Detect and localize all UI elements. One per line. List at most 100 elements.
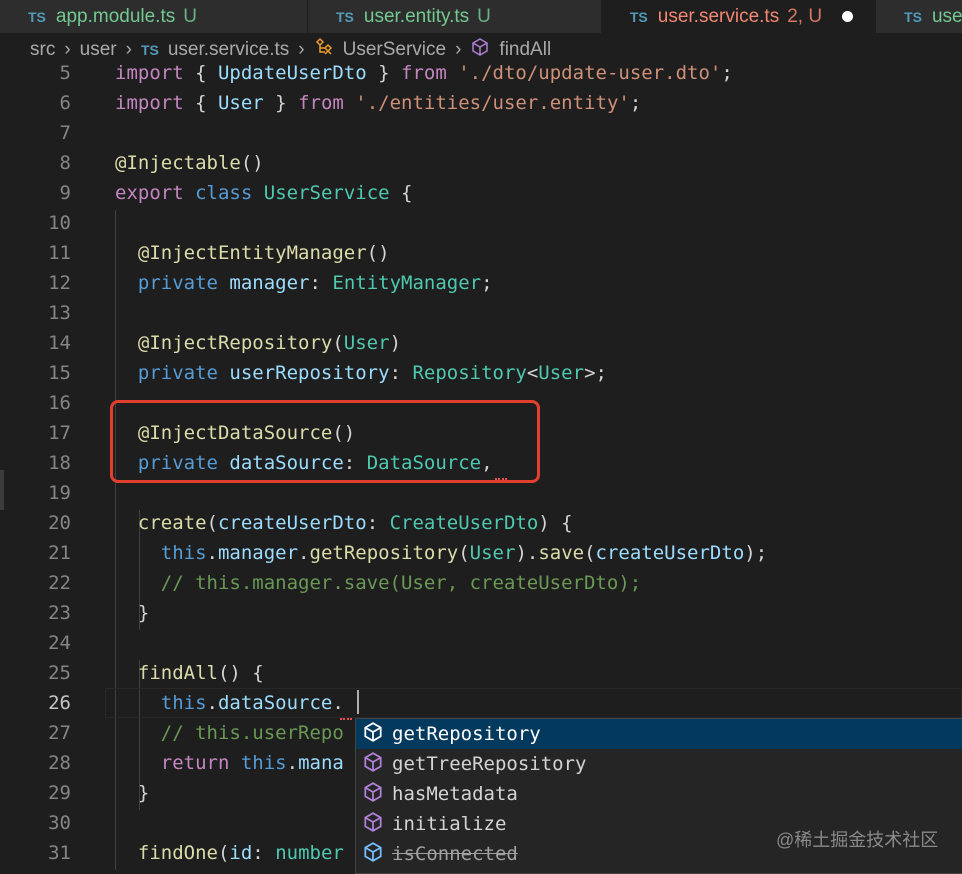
code-text: @Injectable() — [115, 148, 264, 178]
line-number: 29 — [48, 782, 71, 804]
code-line[interactable]: 9 export class UserService { — [0, 178, 962, 208]
code-text: } — [115, 778, 149, 808]
code-token: manager — [229, 272, 310, 294]
code-token: @InjectEntityManager — [115, 242, 367, 264]
line-number: 6 — [59, 92, 71, 114]
code-token: './dto/update-user.dto' — [458, 62, 722, 84]
typescript-file-icon: TS — [140, 42, 159, 58]
code-token: : — [389, 362, 413, 384]
code-token: : — [252, 842, 276, 864]
code-token: . — [332, 692, 344, 714]
code-line[interactable]: 21 this.manager.getRepository(User).save… — [0, 538, 962, 568]
tab-user-service-ts[interactable]: TS user.service.ts 2, U — [601, 0, 877, 33]
code-line[interactable]: 20 create(createUserDto: CreateUserDto) … — [0, 508, 962, 538]
code-line[interactable]: 15 private userRepository: Repository<Us… — [0, 358, 962, 388]
code-line[interactable]: 10 — [0, 208, 962, 238]
code-token: () — [240, 152, 264, 174]
code-token: } — [115, 602, 150, 624]
code-token: : — [366, 512, 390, 534]
error-squiggle — [495, 476, 507, 480]
watermark: @稀土掘金技术社区 — [776, 830, 939, 850]
typescript-file-icon: TS — [629, 8, 648, 25]
code-token: () { — [217, 662, 264, 684]
code-text: findOne(id: number — [115, 838, 344, 868]
line-number: 22 — [48, 572, 71, 594]
code-line[interactable]: 6 import { User } from './entities/user.e… — [0, 88, 962, 118]
code-line[interactable]: 14 @InjectRepository(User) — [0, 328, 962, 358]
code-token: . — [286, 752, 299, 774]
line-number: 13 — [48, 302, 71, 324]
tab-user-mo[interactable]: TS user.mo — [876, 0, 962, 33]
code-token: Repository — [412, 362, 527, 384]
code-token: ; — [481, 272, 493, 294]
code-line[interactable]: 26 this.dataSource. — [0, 688, 962, 718]
code-line[interactable]: 23 } — [0, 598, 962, 628]
code-token: // this.manager.save(User, createUserDto… — [115, 572, 642, 594]
tab-user-entity-ts[interactable]: TS user.entity.ts U — [307, 0, 602, 33]
typescript-file-icon: TS — [28, 8, 46, 25]
code-token: findAll — [115, 662, 218, 684]
suggestion-label: hasMetadata — [392, 783, 518, 805]
tab-app-module-ts[interactable]: TS app.module.ts U — [0, 0, 308, 33]
tab-status-badge: U — [183, 5, 197, 27]
line-number: 14 — [48, 332, 71, 354]
suggestion-item[interactable]: getTreeRepository — [356, 749, 962, 779]
code-token: } — [263, 92, 299, 114]
code-text: this.manager.getRepository(User).save(cr… — [115, 538, 767, 568]
code-line[interactable]: 24 — [0, 628, 962, 658]
code-text: export class UserService { — [115, 178, 412, 208]
code-token: this — [115, 692, 207, 714]
code-token: < — [526, 362, 539, 384]
code-text: private userRepository: Repository<User>… — [115, 358, 607, 388]
suggestion-item[interactable]: getRepository — [356, 719, 962, 749]
method-cube-icon — [362, 721, 392, 748]
method-cube-icon — [362, 811, 392, 838]
code-token: createUserDto — [595, 542, 745, 564]
code-token: manager — [217, 542, 299, 564]
line-number: 25 — [48, 662, 71, 684]
code-token: ( — [217, 842, 230, 864]
suggestion-item[interactable]: hasMetadata — [356, 779, 962, 809]
code-token: return — [115, 752, 230, 774]
code-token: { — [389, 182, 413, 204]
code-line[interactable]: 8 @Injectable() — [0, 148, 962, 178]
code-line[interactable]: 11 @InjectEntityManager() — [0, 238, 962, 268]
code-line[interactable]: 5 import { UpdateUserDto } from './dto/up… — [0, 58, 962, 88]
typescript-file-icon: TS — [335, 8, 354, 25]
code-token: class — [195, 182, 253, 204]
code-line[interactable]: 12 private manager: EntityManager; — [0, 268, 962, 298]
code-token: CreateUserDto — [389, 512, 539, 534]
line-number: 12 — [48, 272, 71, 294]
code-token: EntityManager — [332, 272, 482, 294]
tab-status-badge: U — [477, 5, 491, 27]
code-text: // this.userRepo — [115, 718, 344, 748]
code-token: export — [115, 182, 184, 204]
code-token: { — [183, 92, 218, 114]
code-line[interactable]: 25 findAll() { — [0, 658, 962, 688]
code-line[interactable]: 7 — [0, 118, 962, 148]
unsaved-dot-icon[interactable] — [842, 11, 854, 22]
tab-label: user.entity.ts — [363, 5, 470, 27]
code-line[interactable]: 22 // this.manager.save(User, createUser… — [0, 568, 962, 598]
tab-label: app.module.ts — [55, 5, 176, 27]
error-squiggle — [340, 716, 352, 720]
tab-label: user.service.ts — [657, 5, 780, 27]
code-token: @Injectable — [115, 152, 241, 174]
line-number: 26 — [48, 692, 71, 714]
code-line[interactable]: 13 — [0, 298, 962, 328]
line-number: 18 — [48, 452, 71, 474]
line-number: 5 — [59, 62, 71, 84]
line-number: 10 — [48, 212, 71, 234]
code-token: { — [183, 62, 218, 84]
code-token: User — [217, 92, 264, 114]
code-text: return this.mana — [115, 748, 344, 778]
code-token: User — [469, 542, 516, 564]
line-number: 28 — [48, 752, 71, 774]
line-number: 19 — [48, 482, 71, 504]
code-text: findAll() { — [115, 658, 264, 688]
code-token: ; — [721, 62, 733, 84]
code-text: @InjectRepository(User) — [115, 328, 401, 358]
